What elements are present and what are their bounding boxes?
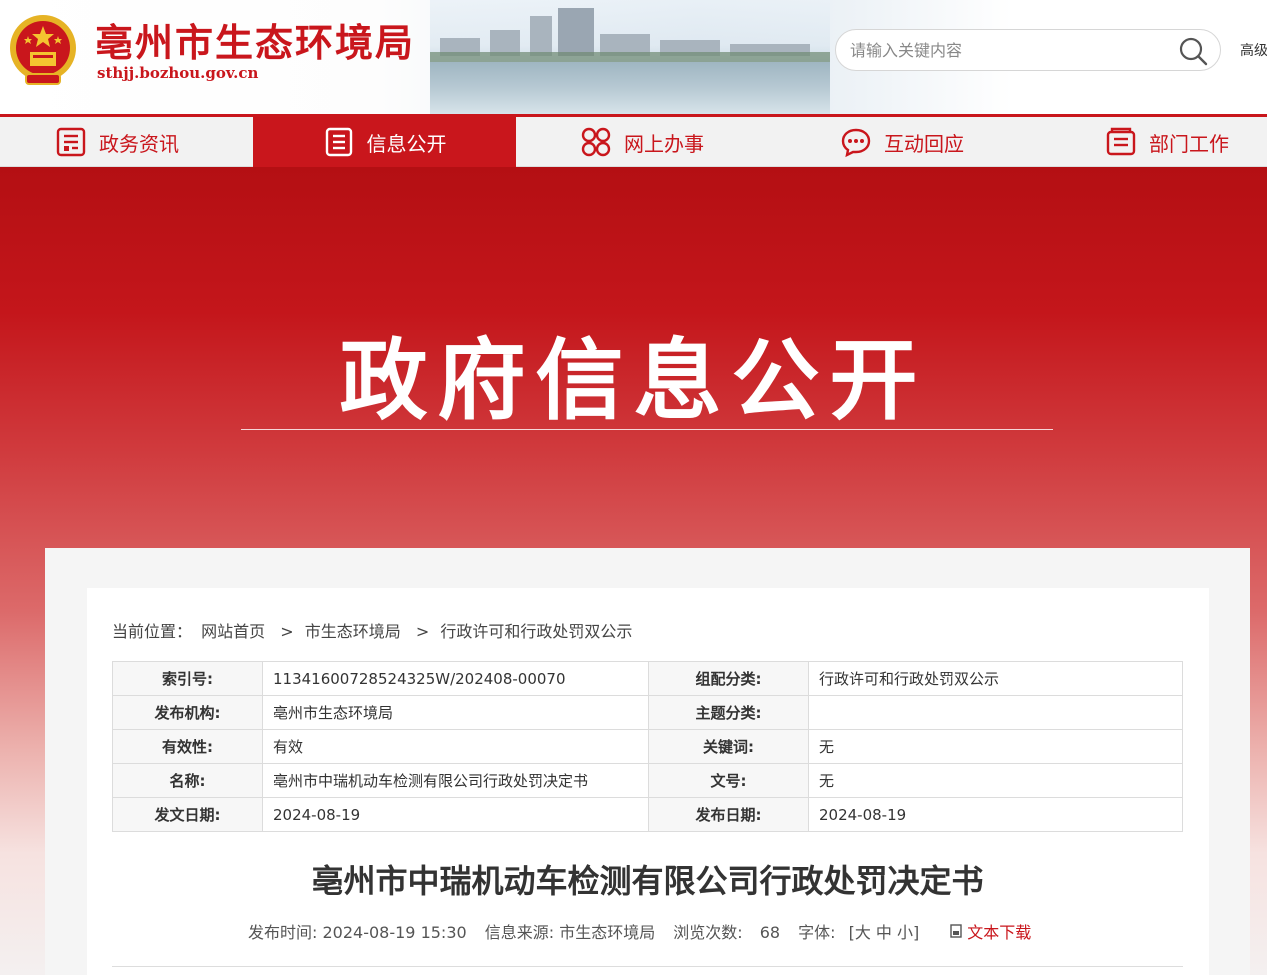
table-row: 发布机构: 亳州市生态环境局 主题分类: <box>112 695 1183 730</box>
table-row: 索引号: 11341600728524325W/202408-00070 组配分… <box>112 661 1183 696</box>
meta-key: 发文日期: <box>112 797 263 832</box>
meta-value <box>808 695 1183 730</box>
meta-value: 亳州市中瑞机动车检测有限公司行政处罚决定书 <box>262 763 649 798</box>
font-size-medium-button[interactable]: 中 <box>876 923 892 942</box>
breadcrumb: 当前位置： 网站首页 > 市生态环境局 > 行政许可和行政处罚双公示 <box>112 618 636 642</box>
nav-item-interaction[interactable]: 互动回应 <box>840 117 964 167</box>
views-label: 浏览次数: <box>673 923 743 942</box>
nav-label: 互动回应 <box>884 131 964 156</box>
apps-grid-icon <box>581 127 611 157</box>
header-scenery-image <box>430 0 830 114</box>
document-info-bar: 发布时间: 2024-08-19 15:30 信息来源: 市生态环境局 浏览次数… <box>248 919 1031 943</box>
nav-label: 信息公开 <box>366 131 447 156</box>
meta-value: 2024-08-19 <box>808 797 1183 832</box>
font-size-small-button[interactable]: 小 <box>897 923 913 942</box>
advanced-search-link[interactable]: 高级 <box>1240 40 1267 60</box>
meta-value: 有效 <box>262 729 649 764</box>
publish-time-group: 发布时间: 2024-08-19 15:30 <box>248 919 467 943</box>
meta-key: 发布机构: <box>112 695 263 730</box>
nav-item-department-work[interactable]: 部门工作 <box>1105 117 1229 167</box>
text-download-link[interactable]: 文本下载 <box>949 919 1031 943</box>
breadcrumb-category[interactable]: 行政许可和行政处罚双公示 <box>440 622 632 641</box>
breadcrumb-separator: > <box>415 622 430 641</box>
meta-key: 索引号: <box>112 661 263 696</box>
meta-value: 11341600728524325W/202408-00070 <box>262 661 649 696</box>
text-download-label: 文本下载 <box>967 923 1032 942</box>
meta-key: 名称: <box>112 763 263 798</box>
document-title: 亳州市中瑞机动车检测有限公司行政处罚决定书 <box>311 862 984 900</box>
nav-label: 网上办事 <box>624 131 704 156</box>
table-row: 名称: 亳州市中瑞机动车检测有限公司行政处罚决定书 文号: 无 <box>112 763 1183 798</box>
font-size-large-button[interactable]: 大 <box>855 923 871 942</box>
search-box <box>835 29 1221 71</box>
meta-key: 关键词: <box>648 729 809 764</box>
news-list-icon <box>56 127 86 157</box>
meta-value: 亳州市生态环境局 <box>262 695 649 730</box>
nav-item-news[interactable]: 政务资讯 <box>55 117 179 167</box>
meta-value: 2024-08-19 <box>262 797 649 832</box>
meta-value: 行政许可和行政处罚双公示 <box>808 661 1183 696</box>
source-group: 信息来源: 市生态环境局 <box>485 919 656 943</box>
source-value: 市生态环境局 <box>559 923 656 942</box>
views-group: 浏览次数: 68 <box>673 919 780 943</box>
meta-key: 发布日期: <box>648 797 809 832</box>
meta-value: 无 <box>808 763 1183 798</box>
meta-value: 无 <box>808 729 1183 764</box>
national-emblem-icon <box>10 15 76 85</box>
publish-time-label: 发布时间: <box>248 923 318 942</box>
nav-label: 政务资讯 <box>99 131 179 156</box>
breadcrumb-bureau[interactable]: 市生态环境局 <box>305 622 401 641</box>
banner-title: 政府信息公开 <box>339 329 928 432</box>
main-nav: 政务资讯 信息公开 网上办事 互动回应 部门工作 <box>0 114 1267 167</box>
site-title[interactable]: 亳州市生态环境局 <box>95 12 415 67</box>
nav-label: 部门工作 <box>1149 131 1229 156</box>
breadcrumb-home[interactable]: 网站首页 <box>201 622 265 641</box>
site-header: 亳州市生态环境局 sthjj.bozhou.gov.cn 高级 <box>0 0 1267 114</box>
folder-doc-icon <box>1106 127 1136 156</box>
document-list-icon <box>325 127 352 157</box>
search-input[interactable] <box>850 38 1170 62</box>
meta-key: 主题分类: <box>648 695 809 730</box>
breadcrumb-prefix: 当前位置： <box>112 622 193 641</box>
document-meta-table: 索引号: 11341600728524325W/202408-00070 组配分… <box>112 661 1183 832</box>
table-row: 有效性: 有效 关键词: 无 <box>112 729 1183 764</box>
breadcrumb-separator: > <box>280 622 294 641</box>
chat-bubble-icon <box>841 128 871 158</box>
font-bracket-close: ] <box>913 923 920 942</box>
publish-time-value: 2024-08-19 15:30 <box>322 923 467 942</box>
font-size-group: 字体: [大 中 小] <box>798 919 919 943</box>
views-value: 68 <box>759 923 781 942</box>
table-row: 发文日期: 2024-08-19 发布日期: 2024-08-19 <box>112 797 1183 832</box>
meta-key: 组配分类: <box>648 661 809 696</box>
meta-key: 有效性: <box>112 729 263 764</box>
site-domain: sthjj.bozhou.gov.cn <box>97 64 259 82</box>
source-label: 信息来源: <box>484 923 555 942</box>
font-size-label: 字体: <box>798 923 836 942</box>
nav-item-info-disclosure[interactable]: 信息公开 <box>253 117 516 167</box>
download-doc-icon <box>950 924 962 938</box>
banner-divider <box>241 429 1053 430</box>
meta-key: 文号: <box>648 763 809 798</box>
nav-item-online-services[interactable]: 网上办事 <box>580 117 704 167</box>
search-icon[interactable] <box>1178 36 1208 66</box>
content-divider <box>112 966 1183 967</box>
